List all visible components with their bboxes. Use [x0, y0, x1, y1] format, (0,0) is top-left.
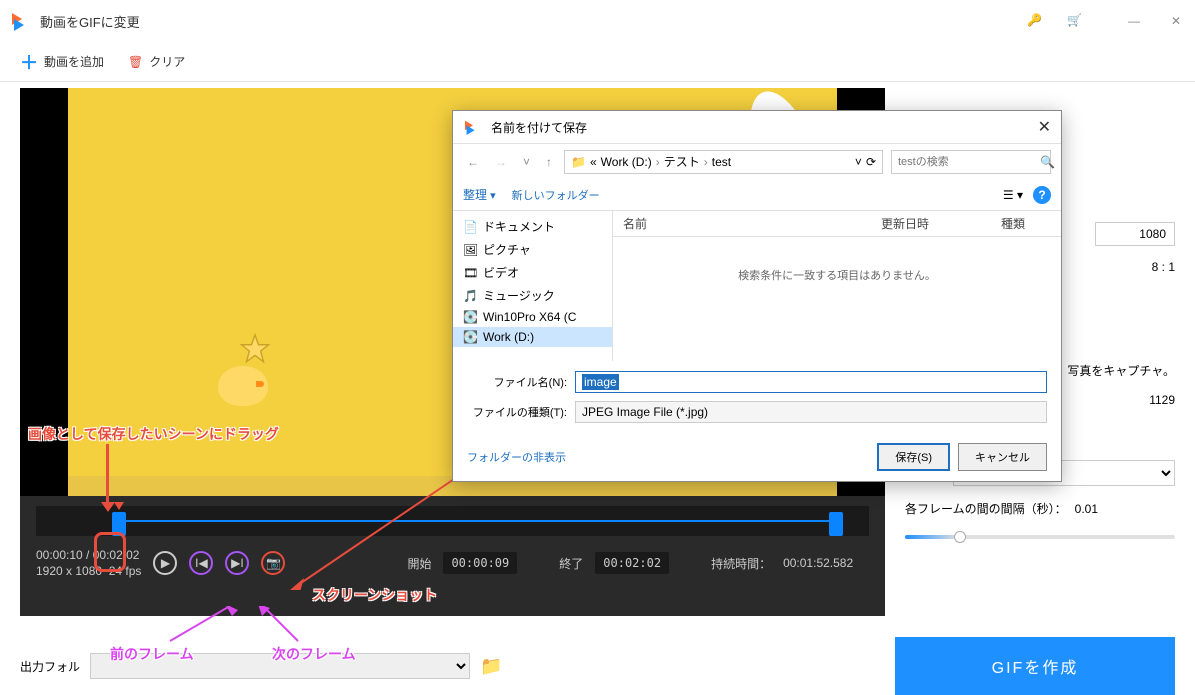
filename-label: ファイル名(N):	[467, 374, 567, 390]
chevron-down-icon[interactable]: ˅	[855, 155, 862, 169]
search-input[interactable]	[898, 156, 1040, 168]
folder-tree[interactable]: 📄ドキュメント 🖼ピクチャ 🎞ビデオ 🎵ミュージック 💽Win10Pro X64…	[453, 211, 613, 361]
output-folder-select[interactable]	[90, 653, 470, 679]
cancel-button[interactable]: キャンセル	[958, 443, 1047, 471]
nav-back-button[interactable]: ←	[463, 153, 483, 171]
key-icon[interactable]: 🔑	[1027, 13, 1043, 29]
dialog-logo-icon	[465, 119, 481, 135]
timeline-track[interactable]	[36, 506, 869, 536]
cart-icon[interactable]: 🛒	[1067, 13, 1083, 29]
star-graphic	[238, 332, 272, 366]
width-input[interactable]	[1095, 222, 1175, 246]
help-icon[interactable]: ?	[1033, 186, 1051, 204]
save-button[interactable]: 保存(S)	[877, 443, 950, 471]
browse-folder-icon[interactable]: 📁	[480, 656, 502, 677]
filetype-select[interactable]: JPEG Image File (*.jpg)	[575, 401, 1047, 423]
refresh-icon[interactable]: ⟳	[866, 155, 876, 169]
list-header[interactable]: 名前 更新日時 種類	[613, 211, 1061, 237]
number-text: 1129	[1149, 393, 1175, 407]
start-time[interactable]: 00:00:09	[443, 552, 517, 574]
trim-end-handle[interactable]	[829, 512, 843, 536]
col-date[interactable]: 更新日時	[881, 215, 1001, 232]
toolbar: ＋ 動画を追加 🗑 クリア	[0, 42, 1195, 82]
col-type[interactable]: 種類	[1001, 215, 1051, 232]
search-icon[interactable]: 🔍	[1040, 155, 1055, 169]
duration-label: 持続時間：	[711, 555, 771, 572]
file-list: 名前 更新日時 種類 検索条件に一致する項目はありません。	[613, 211, 1061, 361]
minimize-button[interactable]: —	[1127, 14, 1141, 28]
tree-item-pictures[interactable]: 🖼ピクチャ	[453, 238, 612, 261]
screenshot-button[interactable]: 📷	[261, 551, 285, 575]
nav-recent-button[interactable]: ˅	[519, 153, 534, 171]
app-title: 動画をGIFに変更	[40, 12, 140, 31]
nav-up-button[interactable]: ↑	[542, 153, 556, 171]
dialog-nav: ← → ˅ ↑ 📁 « Work (D:)› テスト› test ˅ ⟳ 🔍	[453, 143, 1061, 179]
close-button[interactable]: ✕	[1169, 14, 1183, 28]
plus-icon: ＋	[20, 49, 38, 75]
create-gif-button[interactable]: GIFを作成	[895, 637, 1175, 695]
search-box[interactable]: 🔍	[891, 150, 1051, 174]
new-folder-button[interactable]: 新しいフォルダー	[512, 187, 600, 203]
end-label: 終了	[559, 555, 583, 572]
trash-icon: 🗑	[128, 55, 143, 69]
start-label: 開始	[407, 555, 431, 572]
dialog-title: 名前を付けて保存	[491, 119, 587, 136]
next-frame-button[interactable]: ▶I	[225, 551, 249, 575]
interval-slider[interactable]	[905, 535, 1175, 539]
tree-item-documents[interactable]: 📄ドキュメント	[453, 215, 612, 238]
interval-label: 各フレームの間の間隔（秒）：	[905, 500, 1067, 517]
filename-input[interactable]: image	[575, 371, 1047, 393]
col-name[interactable]: 名前	[623, 215, 881, 232]
output-folder-label: 出力フォル	[20, 658, 80, 675]
trim-start-handle[interactable]	[112, 512, 126, 536]
interval-value: 0.01	[1075, 502, 1098, 516]
app-logo-icon	[12, 11, 32, 31]
dialog-close-button[interactable]: ✕	[1038, 117, 1051, 137]
time-info: 00:00:10 / 00:02:02 1920 x 1080 24 fps	[36, 548, 141, 578]
tree-item-win10[interactable]: 💽Win10Pro X64 (C	[453, 307, 612, 327]
dialog-toolbar: 整理 ▾ 新しいフォルダー ☰ ▾ ?	[453, 179, 1061, 211]
clear-label: クリア	[149, 53, 185, 70]
tree-item-work[interactable]: 💽Work (D:)	[453, 327, 612, 347]
chick-graphic	[218, 366, 268, 406]
capture-text: 写真をキャプチャ。	[1067, 362, 1175, 379]
nav-forward-button[interactable]: →	[491, 153, 511, 171]
organize-button[interactable]: 整理 ▾	[463, 186, 496, 203]
titlebar: 動画をGIFに変更 🔑 🛒 — ✕	[0, 0, 1195, 42]
add-video-button[interactable]: ＋ 動画を追加	[20, 49, 104, 75]
path-breadcrumb[interactable]: 📁 « Work (D:)› テスト› test ˅ ⟳	[564, 150, 883, 174]
empty-message: 検索条件に一致する項目はありません。	[613, 237, 1061, 361]
save-dialog: 名前を付けて保存 ✕ ← → ˅ ↑ 📁 « Work (D:)› テスト› t…	[452, 110, 1062, 482]
add-video-label: 動画を追加	[44, 53, 104, 70]
bottom-bar: 出力フォル 📁 GIFを作成	[0, 637, 1195, 695]
prev-frame-button[interactable]: I◀	[189, 551, 213, 575]
timeline-area: 00:00:10 / 00:02:02 1920 x 1080 24 fps ▶…	[20, 496, 885, 616]
folder-icon: 📁	[571, 155, 586, 169]
ratio-text: 8 : 1	[1152, 260, 1175, 274]
duration-value: 00:01:52.582	[783, 556, 853, 570]
tree-item-music[interactable]: 🎵ミュージック	[453, 284, 612, 307]
tree-item-videos[interactable]: 🎞ビデオ	[453, 261, 612, 284]
dialog-titlebar: 名前を付けて保存 ✕	[453, 111, 1061, 143]
play-button[interactable]: ▶	[153, 551, 177, 575]
clear-button[interactable]: 🗑 クリア	[128, 53, 185, 70]
hide-folders-link[interactable]: フォルダーの非表示	[467, 449, 566, 465]
end-time[interactable]: 00:02:02	[595, 552, 669, 574]
filetype-label: ファイルの種類(T):	[467, 404, 567, 420]
view-options-button[interactable]: ☰ ▾	[1003, 188, 1023, 202]
